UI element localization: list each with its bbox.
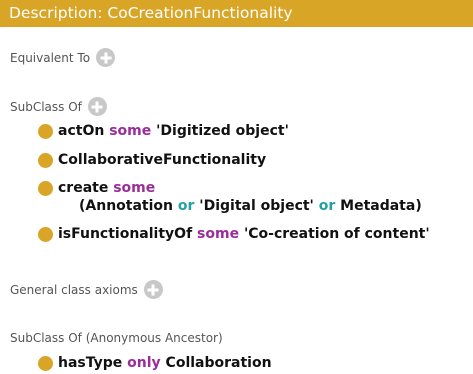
axiom-bullet-icon (38, 181, 53, 196)
filler: 'Co-creation of content' (243, 226, 430, 242)
panel-title: Description: CoCreationFunctionality (0, 0, 473, 27)
axiom-bullet-icon (38, 153, 53, 168)
section-anonymous-ancestor: SubClass Of (Anonymous Ancestor) (10, 331, 223, 345)
axiom-has-type[interactable]: hasType only Collaboration (38, 355, 272, 371)
axiom-act-on[interactable]: actOn some 'Digitized object' (38, 123, 289, 139)
axiom-bullet-icon (38, 124, 53, 139)
section-equivalent-to: Equivalent To (10, 48, 116, 67)
axiom-bullet-icon (38, 227, 53, 242)
class-name: 'Digital object' (199, 198, 314, 214)
quantifier: some (113, 180, 156, 196)
quantifier: some (197, 226, 240, 242)
class-name: Annotation (85, 198, 174, 214)
or-keyword: or (318, 198, 336, 214)
filler: Collaboration (165, 355, 272, 371)
property: isFunctionalityOf (58, 226, 193, 242)
filler: 'Digitized object' (156, 123, 289, 139)
section-label: Equivalent To (10, 50, 91, 65)
quantifier: only (127, 355, 161, 371)
add-equivalent-to-icon[interactable] (96, 48, 116, 67)
axiom-collaborative-functionality[interactable]: CollaborativeFunctionality (38, 152, 266, 168)
section-label: SubClass Of (Anonymous Ancestor) (10, 331, 223, 345)
property: hasType (58, 355, 123, 371)
close-paren: ) (415, 198, 422, 214)
quantifier: some (109, 123, 152, 139)
class-description-panel: Description: CoCreationFunctionality Equ… (0, 0, 473, 374)
section-label: General class axioms (10, 282, 138, 297)
section-general-class-axioms: General class axioms (10, 280, 163, 299)
axiom-create[interactable]: create some (Annotation or 'Digital obje… (38, 180, 422, 214)
section-label: SubClass Of (10, 99, 82, 114)
axiom-is-functionality-of[interactable]: isFunctionalityOf some 'Co-creation of c… (38, 226, 430, 242)
property: create (58, 180, 109, 196)
class-name: CollaborativeFunctionality (58, 152, 267, 168)
section-subclass-of: SubClass Of (10, 97, 107, 116)
axiom-bullet-icon (38, 356, 53, 371)
property: actOn (58, 123, 105, 139)
or-keyword: or (177, 198, 195, 214)
add-general-axiom-icon[interactable] (143, 280, 163, 299)
add-subclass-of-icon[interactable] (87, 97, 107, 116)
class-name: Metadata (340, 198, 416, 214)
